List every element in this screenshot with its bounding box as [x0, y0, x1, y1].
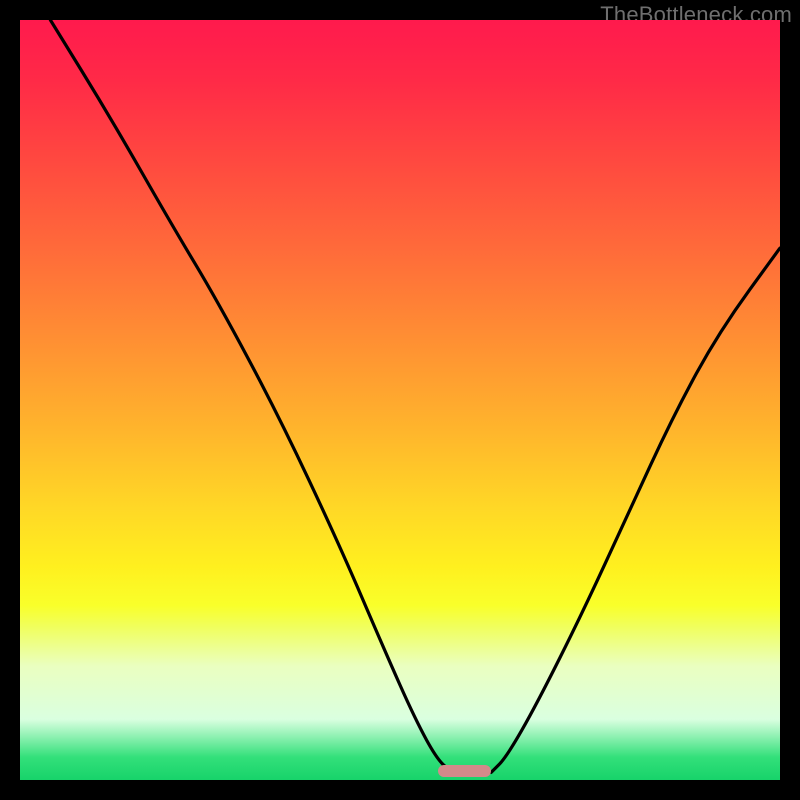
chart-frame: TheBottleneck.com [0, 0, 800, 800]
curve-right-branch [491, 248, 780, 772]
bottleneck-curve [20, 20, 780, 780]
curve-left-branch [50, 20, 453, 772]
valley-marker [438, 765, 491, 777]
plot-area [20, 20, 780, 780]
